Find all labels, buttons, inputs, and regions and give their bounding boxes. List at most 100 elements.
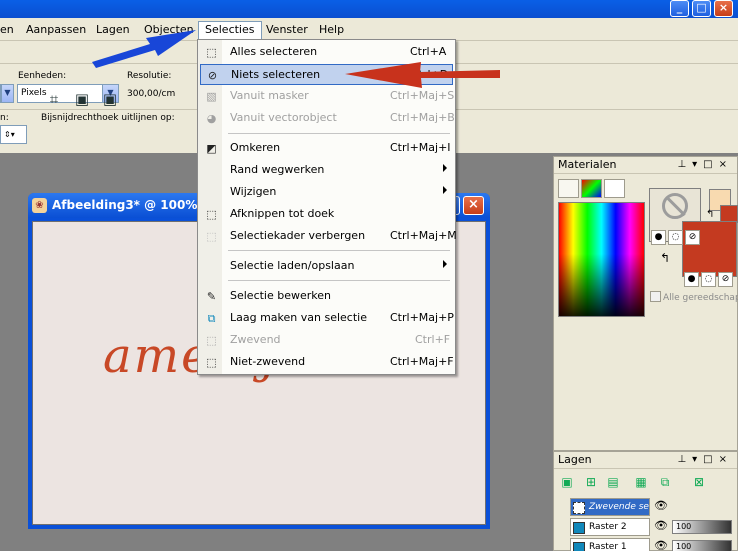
layer-name[interactable]: Raster 1 — [570, 538, 650, 551]
crop-align-label: Bijsnijdrechthoek uitlijnen op: — [41, 113, 175, 123]
color-mode-icon[interactable]: ● — [651, 230, 666, 245]
menu-item-label: Afknippen tot doek — [230, 207, 335, 220]
menu-item-shortcut: Ctrl+Maj+F — [390, 355, 454, 368]
image-window-close-button[interactable]: × — [463, 196, 484, 215]
resolution-value: 300,00/cm — [127, 89, 176, 99]
swap-colors-icon[interactable]: ↰ — [660, 251, 670, 265]
layer-row[interactable]: Raster 2 👁 100 — [558, 517, 738, 537]
materials-palette-header: Materialen ⊥▾□× — [554, 157, 737, 174]
image-window-title: Afbeelding3* @ 100% (Z — [52, 198, 216, 212]
layer-row[interactable]: Raster 1 👁 100 — [558, 537, 738, 551]
menu-item-crop-to-canvas[interactable]: ⬚ Afknippen tot doek — [200, 204, 453, 225]
left-option-label: n: — [0, 113, 9, 123]
layer-thumbnail — [573, 522, 585, 534]
layer-mask-icon[interactable]: ▦ — [632, 473, 650, 491]
menu-help[interactable]: Help — [313, 22, 350, 40]
menu-item-label: Selectie laden/opslaan — [230, 259, 355, 272]
crop-to-layer-icon[interactable]: ⌗ — [44, 89, 64, 109]
select-none-icon: ⊘ — [207, 69, 218, 82]
maximize-button[interactable]: □ — [692, 0, 711, 17]
menu-item-shortcut: Ctrl+F — [415, 333, 451, 346]
menu-edit[interactable]: en — [0, 22, 20, 40]
document-icon: ❀ — [32, 198, 47, 213]
menu-item-label: Vanuit vectorobject — [230, 111, 337, 124]
menu-venster[interactable]: Venster — [260, 22, 314, 40]
layer-name[interactable]: Raster 2 — [570, 518, 650, 536]
materials-tab-frame[interactable] — [558, 179, 579, 198]
menu-item-label: Niets selecteren — [231, 68, 321, 81]
new-vector-layer-icon[interactable]: ⊞ — [582, 473, 600, 491]
option-spinner[interactable]: ⇕▾ — [0, 125, 27, 144]
none-mode-icon[interactable]: ⊘ — [685, 230, 700, 245]
layer-row[interactable]: Zwevende se 👁 — [558, 497, 738, 517]
menu-item-select-all[interactable]: ⬚ Alles selecteren Ctrl+A — [200, 42, 453, 63]
menu-item-label: Zwevend — [230, 333, 281, 346]
eye-icon[interactable]: 👁 — [654, 519, 668, 532]
menu-item-shortcut: Ctrl+Maj+B — [390, 111, 455, 124]
menu-item-label: Selectiekader verbergen — [230, 229, 366, 242]
menu-item-shortcut: Ctrl+A — [410, 45, 447, 58]
menu-item-invert[interactable]: ◩ Omkeren Ctrl+Maj+I — [200, 138, 453, 159]
new-raster-layer-icon[interactable]: ▣ — [558, 473, 576, 491]
minimize-button[interactable]: _ — [670, 0, 689, 17]
materials-tab-spectrum[interactable] — [581, 179, 602, 198]
menu-item-from-vector-object[interactable]: ◕ Vanuit vectorobject Ctrl+Maj+B — [200, 108, 455, 129]
menu-item-defloat[interactable]: ⬚ Niet-zwevend Ctrl+Maj+F — [200, 352, 453, 373]
layer-name[interactable]: Zwevende se — [570, 498, 650, 516]
menu-item-label: Selectie bewerken — [230, 289, 332, 302]
units-label: Eenheden: — [18, 71, 67, 81]
all-tools-checkbox[interactable]: Alle gereedschap — [650, 291, 738, 303]
menu-item-edit-selection[interactable]: ✎ Selectie bewerken — [200, 286, 453, 307]
menu-item-modify[interactable]: Wijzigen — [200, 182, 453, 203]
layer-opacity-slider[interactable]: 100 — [672, 520, 732, 534]
crop-to-canvas-icon: ⬚ — [206, 208, 217, 221]
bg-color-mode-icon[interactable]: ● — [684, 272, 699, 287]
eye-icon[interactable]: 👁 — [654, 499, 668, 512]
color-spectrum-picker[interactable] — [558, 202, 645, 317]
layer-name-text: Zwevende se — [589, 502, 649, 512]
menu-objecten[interactable]: Objecten — [138, 22, 200, 40]
duplicate-layer-icon[interactable]: ⧉ — [656, 473, 674, 491]
new-adjustment-layer-icon[interactable]: ▤ — [604, 473, 622, 491]
menu-lagen[interactable]: Lagen — [90, 22, 136, 40]
left-dropdown[interactable]: ▼ — [0, 84, 14, 103]
materials-palette: Materialen ⊥▾□× ● ◌ ⊘ ● ◌ ⊘ ↰ ↰ Alle ger… — [553, 156, 738, 451]
swap-small-icon[interactable]: ↰ — [706, 209, 714, 220]
menu-item-label: Rand wegwerken — [230, 163, 325, 176]
palette-header-controls[interactable]: ⊥▾□× — [677, 157, 733, 173]
menu-item-load-save-selection[interactable]: Selectie laden/opslaan — [200, 256, 453, 277]
menu-item-from-mask[interactable]: ▧ Vanuit masker Ctrl+Maj+S — [200, 86, 454, 107]
menu-aanpassen[interactable]: Aanpassen — [20, 22, 92, 40]
menu-selecties[interactable]: Selecties — [198, 21, 262, 41]
palette-header-controls[interactable]: ⊥▾□× — [677, 452, 733, 468]
select-all-icon: ⬚ — [206, 46, 217, 59]
menu-item-shortcut: Ctrl+Maj+M — [390, 229, 457, 242]
app-title-bar: _ □ × — [0, 0, 738, 18]
materials-tab-swatches[interactable] — [604, 179, 625, 198]
null-material-icon — [662, 193, 688, 219]
menu-item-label: Vanuit masker — [230, 89, 309, 102]
delete-layer-icon[interactable]: ⊠ — [690, 473, 708, 491]
bg-gradient-mode-icon[interactable]: ◌ — [701, 272, 716, 287]
spinner-icon: ⇕▾ — [4, 130, 15, 139]
layer-opacity-slider[interactable]: 100 — [672, 540, 732, 551]
chevron-down-icon: ▼ — [1, 85, 13, 102]
layer-name-text: Raster 2 — [589, 522, 627, 532]
menu-item-float[interactable]: ⬚ Zwevend Ctrl+F — [200, 330, 453, 351]
submenu-arrow-icon — [443, 186, 447, 194]
menu-item-shortcut: Ctrl+Maj+I — [390, 141, 451, 154]
promote-to-layer-icon: ⧉ — [207, 312, 216, 325]
crop-to-image-icon[interactable]: ▣ — [100, 89, 120, 109]
menu-item-hide-marquee[interactable]: ⬚ Selectiekader verbergen Ctrl+Maj+M — [200, 226, 457, 247]
gradient-mode-icon[interactable]: ◌ — [668, 230, 683, 245]
menu-item-promote-to-layer[interactable]: ⧉ Laag maken van selectie Ctrl+Maj+P — [200, 308, 454, 329]
submenu-arrow-icon — [443, 164, 447, 172]
bg-none-mode-icon[interactable]: ⊘ — [718, 272, 733, 287]
menu-item-remove-edge[interactable]: Rand wegwerken — [200, 160, 453, 181]
menu-item-select-none[interactable]: ⊘ Niets selecteren Ctrl+D — [200, 64, 453, 85]
menu-separator — [228, 280, 450, 281]
crop-to-selection-icon[interactable]: ▣ — [72, 89, 92, 109]
submenu-arrow-icon — [443, 260, 447, 268]
eye-icon[interactable]: 👁 — [654, 539, 668, 551]
close-button[interactable]: × — [714, 0, 733, 17]
